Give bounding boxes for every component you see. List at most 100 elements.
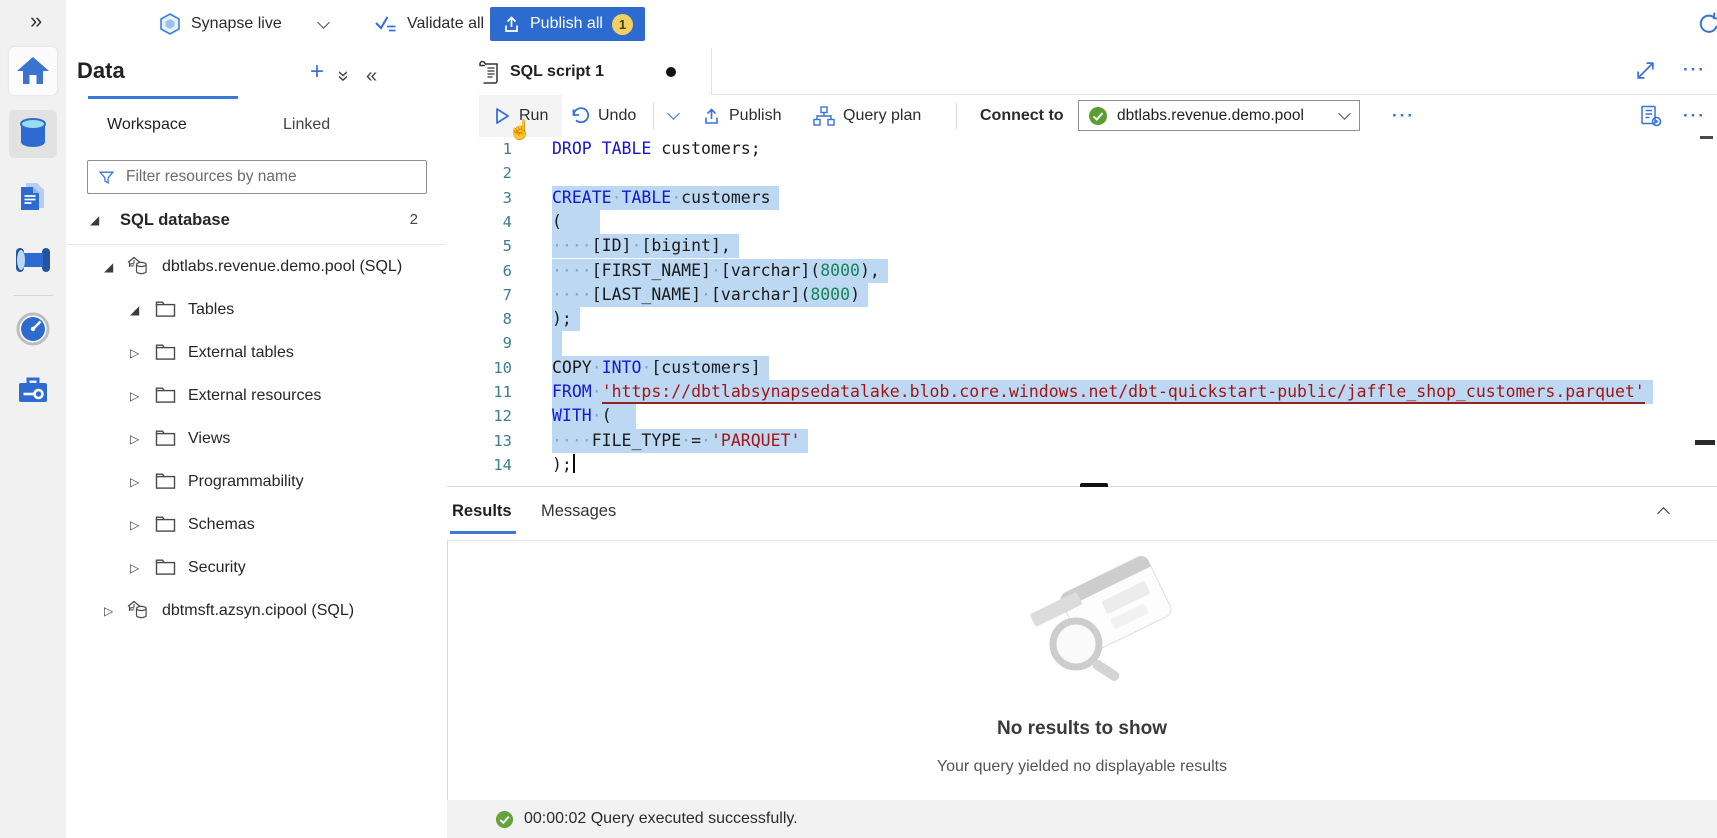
tree-item-label: Programmability bbox=[188, 473, 304, 491]
folder-icon bbox=[155, 429, 176, 447]
line-number-11: 11 bbox=[447, 380, 512, 404]
query-status-text: 00:00:02 Query executed successfully. bbox=[524, 810, 798, 828]
line-number-2: 2 bbox=[447, 161, 512, 185]
publish-label: Publish bbox=[729, 107, 781, 125]
connect-more-actions[interactable]: ··· bbox=[1392, 106, 1415, 126]
code-line-7[interactable]: ····[LAST_NAME]·[varchar](8000) bbox=[552, 283, 868, 307]
code-line-3[interactable]: CREATE·TABLE·customers bbox=[552, 186, 779, 210]
code-line-14[interactable]: ); bbox=[552, 453, 575, 477]
twisty-expanded-icon[interactable]: ◢ bbox=[104, 260, 113, 274]
folder-icon bbox=[155, 300, 176, 318]
publish-icon bbox=[702, 107, 721, 126]
undo-label: Undo bbox=[598, 107, 636, 125]
tree-item-label: Schemas bbox=[188, 516, 255, 534]
line-number-14: 14 bbox=[447, 453, 512, 477]
tree-item-label: External resources bbox=[188, 387, 321, 405]
tree-item-programmability[interactable]: ▷ Programmability bbox=[66, 463, 446, 506]
twisty-collapsed-icon[interactable]: ▷ bbox=[130, 475, 139, 489]
tab-results[interactable]: Results bbox=[452, 502, 512, 521]
tab-sql-script-1[interactable]: SQL script 1 bbox=[447, 48, 712, 95]
mouse-hand-cursor: ☝ bbox=[508, 118, 532, 142]
line-number-3: 3 bbox=[447, 186, 512, 210]
tab-messages[interactable]: Messages bbox=[541, 502, 616, 521]
line-number-9: 9 bbox=[447, 331, 512, 355]
line-number-10: 10 bbox=[447, 356, 512, 380]
tree-item-schemas[interactable]: ▷ Schemas bbox=[66, 506, 446, 549]
code-line-5[interactable]: ····[ID]·[bigint], bbox=[552, 234, 739, 258]
sql-script-icon bbox=[478, 59, 500, 84]
tree-item-label: External tables bbox=[188, 344, 294, 362]
properties-button[interactable] bbox=[1639, 104, 1663, 133]
undo-button[interactable]: Undo bbox=[569, 95, 636, 137]
query-plan-button[interactable]: Query plan bbox=[813, 95, 921, 137]
overview-ruler-cursor-mark bbox=[1695, 440, 1715, 445]
tree-item-label: Tables bbox=[188, 301, 234, 319]
code-line-4[interactable]: ( bbox=[552, 210, 600, 234]
tree-item-dbtlabs-revenue-demo-pool-sql[interactable]: ◢ dbtlabs.revenue.demo.pool (SQL) bbox=[66, 248, 446, 291]
twisty-collapsed-icon[interactable]: ▷ bbox=[130, 389, 139, 403]
code-line-13[interactable]: ····FILE_TYPE·=·'PARQUET' bbox=[552, 429, 808, 453]
code-line-12[interactable]: WITH·( bbox=[552, 404, 636, 428]
line-number-13: 13 bbox=[447, 429, 512, 453]
empty-results-subtitle: Your query yielded no displayable result… bbox=[447, 758, 1717, 776]
tab-more-actions[interactable]: ··· bbox=[1683, 60, 1706, 80]
query-plan-label: Query plan bbox=[843, 107, 921, 125]
toolbar-divider bbox=[653, 103, 654, 129]
overview-ruler-mark bbox=[1700, 136, 1713, 139]
tree-item-views[interactable]: ▷Views bbox=[66, 420, 446, 463]
tree-item-security[interactable]: ▷ Security bbox=[66, 549, 446, 592]
connected-check-icon bbox=[1088, 106, 1108, 126]
connect-to-dropdown[interactable]: dbtlabs.revenue.demo.pool bbox=[1078, 100, 1360, 131]
editor-tab-bar: SQL script 1 ··· bbox=[447, 48, 1717, 95]
line-number-1: 1 bbox=[447, 137, 512, 161]
line-number-7: 7 bbox=[447, 283, 512, 307]
connect-to-label-wrap: Connect to bbox=[980, 95, 1064, 137]
twisty-collapsed-icon[interactable]: ▷ bbox=[104, 604, 113, 618]
query-plan-icon bbox=[813, 106, 835, 126]
folder-icon bbox=[155, 472, 176, 490]
tree-item-label: SQL database bbox=[120, 211, 230, 230]
collapse-results-button[interactable] bbox=[1659, 503, 1673, 517]
tree-item-dbtmsft-azsyn-cipool-sql[interactable]: ▷dbtmsft.azsyn.cipool (SQL) bbox=[66, 592, 446, 635]
code-line-11[interactable]: FROM·'https://dbtlabsynapsedatalake.blob… bbox=[552, 380, 1653, 404]
twisty-expanded-icon[interactable]: ◢ bbox=[130, 303, 139, 317]
maximize-editor-button[interactable] bbox=[1635, 60, 1656, 86]
tree-item-label: Security bbox=[188, 559, 246, 577]
tree-item-sql-database[interactable]: ◢ SQL database 2 bbox=[66, 201, 446, 245]
twisty-collapsed-icon[interactable]: ▷ bbox=[130, 561, 139, 575]
twisty-collapsed-icon[interactable]: ▷ bbox=[130, 432, 139, 446]
tree-item-count: 2 bbox=[410, 211, 418, 228]
results-tab-bar: Results Messages bbox=[447, 487, 1717, 541]
line-number-6: 6 bbox=[447, 259, 512, 283]
tree-item-label: dbtlabs.revenue.demo.pool (SQL) bbox=[162, 258, 402, 276]
twisty-collapsed-icon[interactable]: ▷ bbox=[130, 346, 139, 360]
undo-icon bbox=[569, 107, 590, 126]
run-options-chevron-icon[interactable] bbox=[667, 107, 680, 120]
toolbar-divider bbox=[956, 103, 957, 129]
twisty-expanded-icon[interactable]: ◢ bbox=[90, 213, 99, 227]
unsaved-changes-dot bbox=[666, 67, 676, 77]
twisty-collapsed-icon[interactable]: ▷ bbox=[130, 518, 139, 532]
toolbar-more-actions[interactable]: ··· bbox=[1683, 106, 1706, 126]
tree-item-tables[interactable]: ◢ Tables bbox=[66, 291, 446, 334]
publish-button[interactable]: Publish bbox=[702, 95, 781, 137]
code-line-10[interactable]: COPY·INTO·[customers] bbox=[552, 356, 769, 380]
tree-item-external-tables[interactable]: ▷ External tables bbox=[66, 334, 446, 377]
code-line-8[interactable]: ); bbox=[552, 307, 580, 331]
empty-results-title: No results to show bbox=[447, 718, 1717, 740]
line-number-4: 4 bbox=[447, 210, 512, 234]
tree-item-external-resources[interactable]: ▷ External resources bbox=[66, 377, 446, 420]
query-status-bar: 00:00:02 Query executed successfully. bbox=[447, 800, 1717, 838]
code-line-9[interactable] bbox=[552, 331, 562, 355]
connect-to-label: Connect to bbox=[980, 107, 1064, 125]
properties-list-gear-icon bbox=[1639, 104, 1663, 128]
no-results-illustration bbox=[1018, 552, 1188, 707]
folder-icon bbox=[155, 386, 176, 404]
success-check-icon bbox=[495, 810, 514, 829]
code-line-6[interactable]: ····[FIRST_NAME]·[varchar](8000), bbox=[552, 259, 888, 283]
results-active-underline bbox=[450, 531, 516, 534]
pool-chevron-down-icon bbox=[1338, 107, 1351, 120]
code-line-1[interactable]: DROP TABLE customers; bbox=[552, 137, 761, 161]
sql-pool-icon bbox=[126, 255, 150, 277]
connected-pool-name: dbtlabs.revenue.demo.pool bbox=[1117, 107, 1304, 125]
